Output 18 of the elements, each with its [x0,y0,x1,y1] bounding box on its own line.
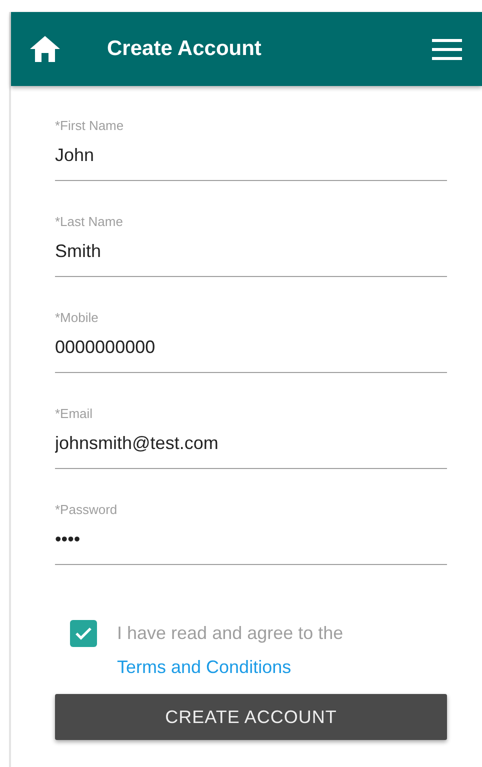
menu-icon [432,38,462,60]
home-button[interactable] [29,35,61,63]
field-label: *Email [55,406,93,421]
input-field[interactable]: John [55,133,447,181]
page-title: Create Account [107,37,262,61]
field-label: *Mobile [55,310,98,325]
create-account-button[interactable]: CREATE ACCOUNT [55,694,447,740]
agreement-text: I have read and agree to the Terms and Conditions [117,622,344,679]
checkbox[interactable] [70,620,97,647]
field-label: *Last Name [55,214,123,229]
check-icon [75,627,92,640]
input-field[interactable]: 0000000000 [55,325,447,373]
input-field[interactable]: •••• [55,517,447,565]
field-label: *Password [55,502,118,517]
home-icon [29,35,61,63]
menu-button[interactable] [432,38,462,60]
input-field[interactable]: Smith [55,229,447,277]
field-label: *First Name [55,118,124,133]
